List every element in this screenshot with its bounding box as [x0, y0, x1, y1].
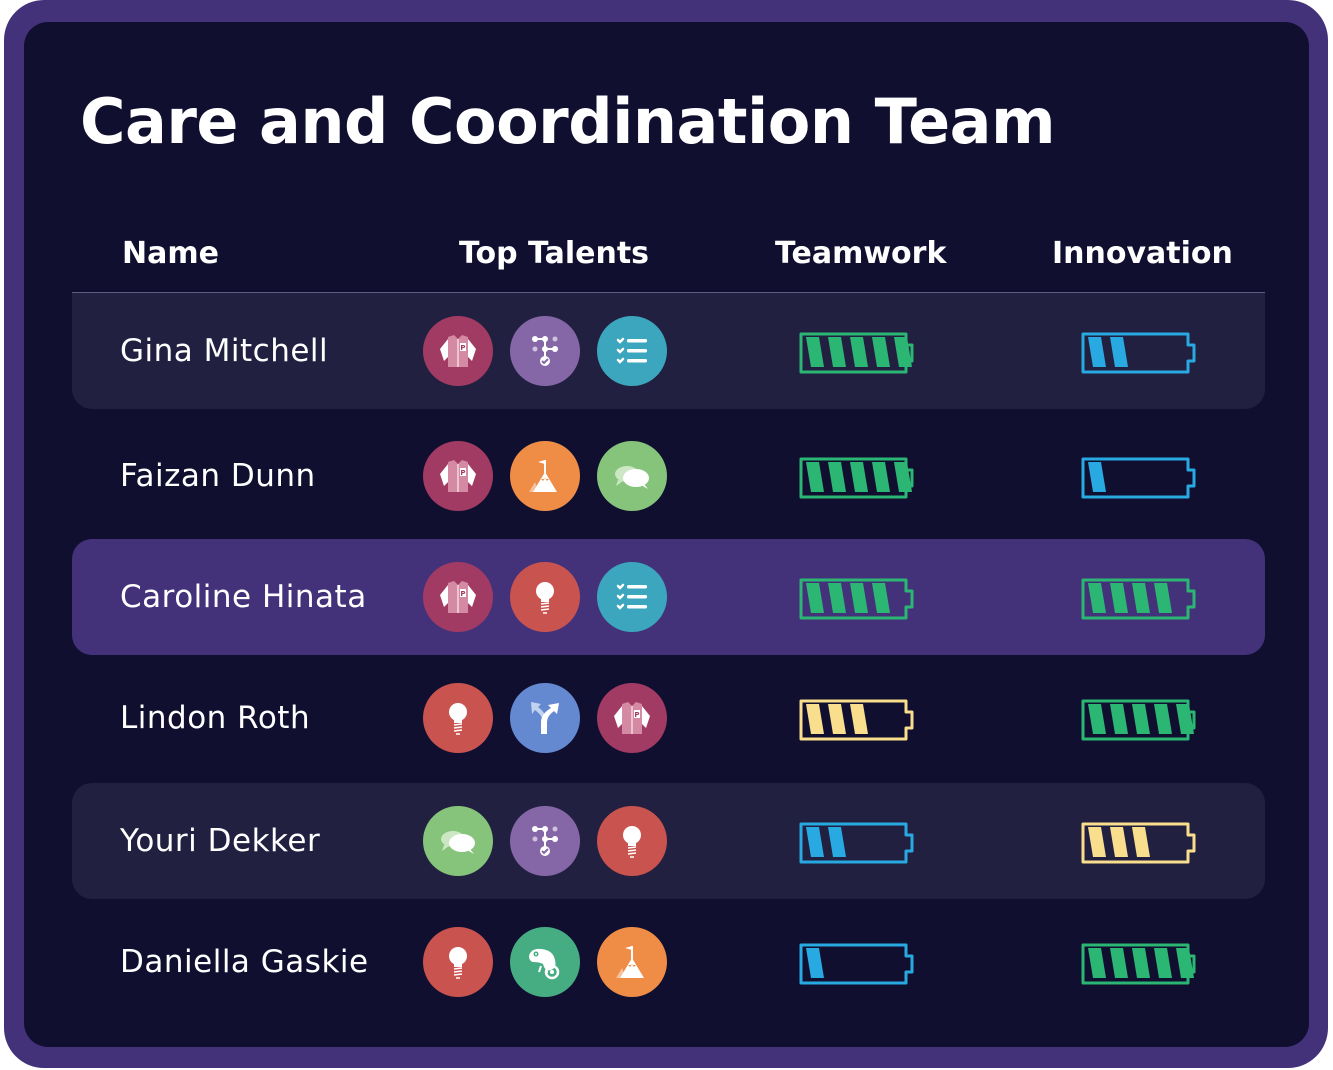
letterman-jacket-icon[interactable]: P — [423, 441, 493, 511]
battery-segment — [1088, 583, 1106, 613]
column-header-name: Name — [122, 236, 219, 271]
battery-segment — [806, 948, 824, 978]
member-name: Faizan Dunn — [120, 458, 316, 494]
teamwork-battery-icon — [798, 698, 916, 742]
battery-segment — [828, 337, 846, 367]
battery-segment — [850, 704, 868, 734]
member-name: Daniella Gaskie — [120, 944, 369, 980]
battery-segment — [894, 337, 912, 367]
battery-segment — [850, 337, 868, 367]
teamwork-battery-icon — [798, 331, 916, 375]
battery-segment — [850, 462, 868, 492]
battery-segment — [1088, 827, 1106, 857]
battery-segment — [894, 462, 912, 492]
teamwork-battery-icon — [798, 456, 916, 500]
battery-segment — [1088, 337, 1106, 367]
svg-text:P: P — [460, 590, 465, 598]
table-row[interactable]: Gina Mitchell P — [72, 293, 1265, 409]
node-network-icon[interactable] — [510, 316, 580, 386]
battery-segment — [872, 462, 890, 492]
speech-bubbles-icon[interactable] — [597, 441, 667, 511]
innovation-battery-icon — [1080, 577, 1198, 621]
split-arrow-icon[interactable] — [510, 683, 580, 753]
innovation-battery-icon — [1080, 698, 1198, 742]
lightbulb-icon[interactable] — [423, 683, 493, 753]
lightbulb-icon[interactable] — [510, 562, 580, 632]
battery-segment — [1154, 948, 1172, 978]
battery-segment — [1132, 827, 1150, 857]
battery-segment — [1110, 583, 1128, 613]
svg-text:P: P — [460, 344, 465, 352]
column-header-innovation: Innovation — [1052, 236, 1233, 271]
battery-segment — [806, 827, 824, 857]
battery-segment — [872, 337, 890, 367]
svg-text:P: P — [634, 711, 639, 719]
battery-segment — [1110, 704, 1128, 734]
battery-segment — [1176, 948, 1194, 978]
checklist-icon[interactable] — [597, 562, 667, 632]
speech-bubbles-icon[interactable] — [423, 806, 493, 876]
innovation-battery-icon — [1080, 821, 1198, 865]
innovation-battery-icon — [1080, 942, 1198, 986]
battery-segment — [1154, 583, 1172, 613]
table-row[interactable]: Daniella Gaskie — [72, 904, 1265, 1020]
mountain-flag-icon[interactable] — [597, 927, 667, 997]
battery-segment — [806, 704, 824, 734]
battery-segment — [806, 462, 824, 492]
battery-segment — [1154, 704, 1172, 734]
innovation-battery-icon — [1080, 456, 1198, 500]
node-network-icon[interactable] — [510, 806, 580, 876]
member-name: Youri Dekker — [120, 823, 321, 859]
svg-text:P: P — [460, 469, 465, 477]
battery-segment — [872, 583, 890, 613]
battery-segment — [1110, 948, 1128, 978]
column-header-top-talents: Top Talents — [459, 236, 650, 271]
member-name: Lindon Roth — [120, 700, 311, 736]
battery-segment — [850, 583, 868, 613]
chameleon-icon[interactable] — [510, 927, 580, 997]
battery-segment — [806, 583, 824, 613]
teamwork-battery-icon — [798, 821, 916, 865]
battery-segment — [1132, 583, 1150, 613]
member-name: Gina Mitchell — [120, 333, 329, 369]
letterman-jacket-icon[interactable]: P — [423, 562, 493, 632]
table-row[interactable]: Faizan Dunn P — [72, 418, 1265, 534]
checklist-icon[interactable] — [597, 316, 667, 386]
table-row[interactable]: Caroline Hinata P — [72, 539, 1265, 655]
letterman-jacket-icon[interactable]: P — [423, 316, 493, 386]
member-name: Caroline Hinata — [120, 579, 367, 615]
battery-segment — [1110, 827, 1128, 857]
page-title: Care and Coordination Team — [80, 85, 1056, 158]
battery-segment — [1176, 704, 1194, 734]
mountain-flag-icon[interactable] — [510, 441, 580, 511]
battery-segment — [806, 337, 824, 367]
battery-segment — [1088, 704, 1106, 734]
column-header-teamwork: Teamwork — [775, 236, 947, 271]
battery-segment — [1132, 704, 1150, 734]
teamwork-battery-icon — [798, 942, 916, 986]
battery-segment — [1088, 948, 1106, 978]
letterman-jacket-icon[interactable]: P — [597, 683, 667, 753]
lightbulb-icon[interactable] — [597, 806, 667, 876]
table-header: Name Top Talents Teamwork Innovation — [0, 232, 1333, 276]
battery-segment — [1132, 948, 1150, 978]
battery-segment — [828, 583, 846, 613]
battery-segment — [828, 704, 846, 734]
battery-segment — [1088, 462, 1106, 492]
battery-segment — [828, 462, 846, 492]
battery-segment — [828, 827, 846, 857]
table-row[interactable]: Youri Dekker — [72, 783, 1265, 899]
table-row[interactable]: Lindon Roth P — [72, 660, 1265, 776]
innovation-battery-icon — [1080, 331, 1198, 375]
lightbulb-icon[interactable] — [423, 927, 493, 997]
teamwork-battery-icon — [798, 577, 916, 621]
battery-segment — [1110, 337, 1128, 367]
